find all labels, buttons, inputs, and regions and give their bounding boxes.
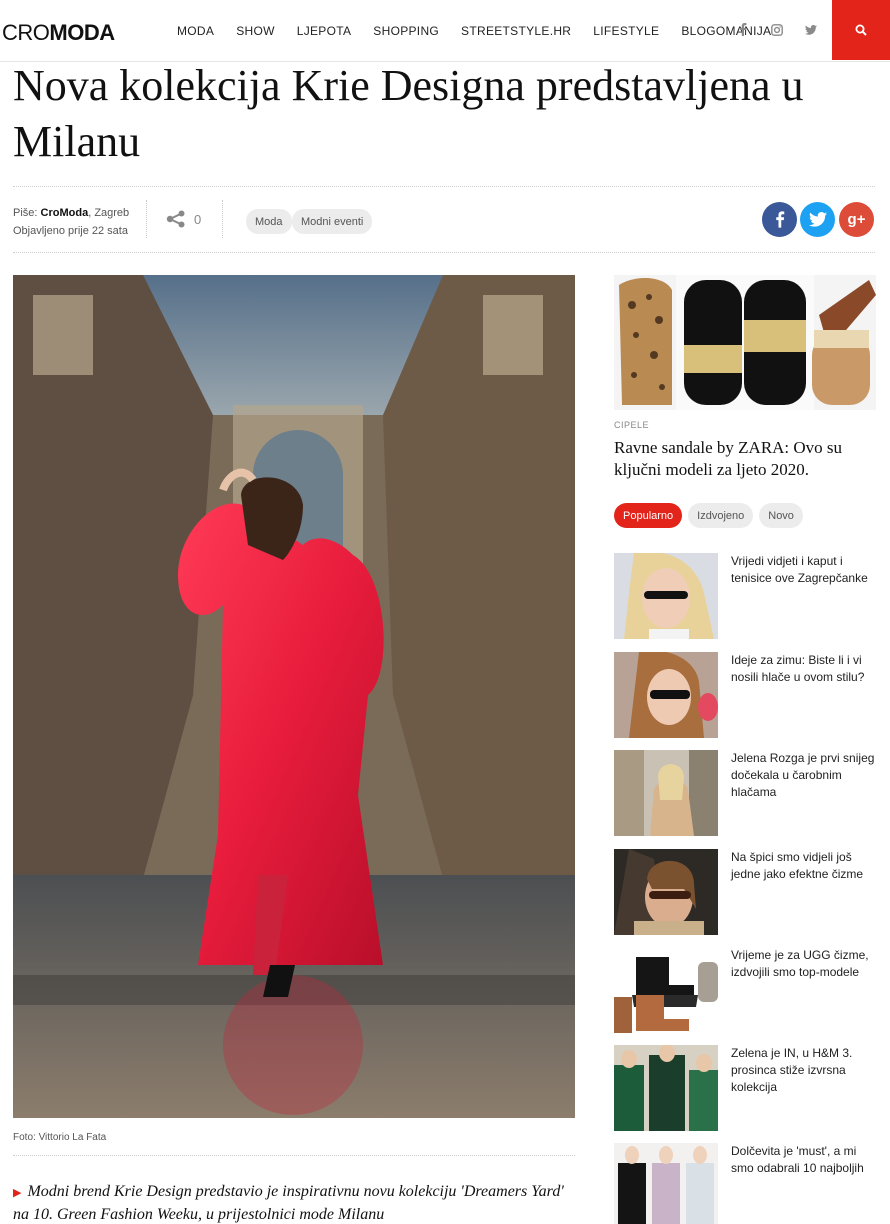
- list-item-title: Na špici smo vidjeli još jedne jako efek…: [731, 850, 864, 881]
- tag-modni-eventi[interactable]: Modni eventi: [292, 209, 373, 234]
- nav-item-show[interactable]: SHOW: [236, 24, 275, 38]
- list-item-thumbnail: [614, 1045, 718, 1131]
- article-hero-image: [13, 275, 575, 1118]
- nav-item-lifestyle[interactable]: LIFESTYLE: [593, 24, 659, 38]
- list-item[interactable]: Zelena je IN, u H&M 3. prosinca stiže iz…: [614, 1045, 876, 1131]
- author-label: Piše:: [13, 207, 38, 219]
- instagram-icon[interactable]: [760, 23, 794, 39]
- divider: [13, 252, 875, 253]
- list-item-thumbnail: [614, 652, 718, 738]
- share-icon: [166, 210, 185, 228]
- tab-popularno[interactable]: Popularno: [614, 503, 683, 528]
- sidebar-tabs: Popularno Izdvojeno Novo: [614, 503, 809, 528]
- list-item[interactable]: Vrijedi vidjeti i kaput i tenisice ove Z…: [614, 553, 876, 639]
- photo-caption: Foto: Vittorio La Fata: [13, 1132, 107, 1143]
- divider: [222, 200, 223, 238]
- facebook-share-button[interactable]: [762, 202, 797, 237]
- tab-novo[interactable]: Novo: [759, 503, 803, 528]
- list-item-title: Jelena Rozga je prvi snijeg dočekala u č…: [731, 751, 875, 799]
- list-item[interactable]: Dolčevita je 'must', a mi smo odabrali 1…: [614, 1143, 876, 1224]
- list-item-title: Zelena je IN, u H&M 3. prosinca stiže iz…: [731, 1046, 853, 1094]
- list-item-thumbnail: [614, 1143, 718, 1224]
- list-item[interactable]: Ideje za zimu: Biste li i vi nosili hlač…: [614, 652, 876, 738]
- main-nav: MODA SHOW LJEPOTA SHOPPING STREETSTYLE.H…: [166, 0, 782, 62]
- googleplus-icon: g+: [847, 211, 866, 228]
- featured-title[interactable]: Ravne sandale by ZARA: Ovo su ključni mo…: [614, 437, 864, 481]
- list-item-thumbnail: [614, 553, 718, 639]
- list-item[interactable]: Vrijeme je za UGG čizme, izdvojili smo t…: [614, 947, 876, 1033]
- divider: [146, 200, 147, 238]
- author-location: , Zagreb: [88, 207, 130, 219]
- nav-item-shopping[interactable]: SHOPPING: [373, 24, 439, 38]
- logo-text-bold: MODA: [49, 20, 115, 45]
- nav-item-streetstyle[interactable]: STREETSTYLE.HR: [461, 24, 571, 38]
- published-time: Objavljeno prije 22 sata: [13, 225, 128, 237]
- article-title: Nova kolekcija Krie Designa predstavljen…: [13, 61, 804, 166]
- nav-item-ljepota[interactable]: LJEPOTA: [297, 24, 352, 38]
- twitter-share-button[interactable]: [800, 202, 835, 237]
- list-item-thumbnail: [614, 849, 718, 935]
- list-item[interactable]: Jelena Rozga je prvi snijeg dočekala u č…: [614, 750, 876, 836]
- nav-item-moda[interactable]: MODA: [177, 24, 214, 38]
- article-lede: ▶ Modni brend Krie Design predstavio je i…: [13, 1181, 578, 1224]
- facebook-icon: [775, 211, 784, 228]
- facebook-icon[interactable]: [726, 23, 760, 39]
- list-item-thumbnail: [614, 947, 718, 1033]
- list-item-title: Vrijedi vidjeti i kaput i tenisice ove Z…: [731, 554, 868, 585]
- search-icon: [855, 24, 867, 36]
- site-logo[interactable]: CROMODA: [2, 20, 115, 46]
- tab-izdvojeno[interactable]: Izdvojeno: [688, 503, 754, 528]
- search-button[interactable]: [832, 0, 890, 60]
- featured-article-image[interactable]: [614, 275, 876, 410]
- top-navigation-bar: CROMODA MODA SHOW LJEPOTA SHOPPING STREE…: [0, 0, 890, 62]
- list-item-title: Vrijeme je za UGG čizme, izdvojili smo t…: [731, 948, 869, 979]
- list-item[interactable]: Na špici smo vidjeli još jedne jako efek…: [614, 849, 876, 935]
- bullet-arrow-icon: ▶: [13, 1187, 22, 1199]
- header-social-links: [726, 0, 828, 62]
- lede-text: Modni brend Krie Design predstavio je in…: [13, 1183, 564, 1223]
- twitter-icon[interactable]: [794, 24, 828, 38]
- featured-category[interactable]: CIPELE: [614, 420, 649, 430]
- divider: [13, 186, 875, 187]
- tag-moda[interactable]: Moda: [246, 209, 292, 234]
- list-item-title: Dolčevita je 'must', a mi smo odabrali 1…: [731, 1144, 864, 1175]
- share-count: 0: [194, 211, 202, 227]
- twitter-icon: [808, 212, 827, 227]
- list-item-title: Ideje za zimu: Biste li i vi nosili hlač…: [731, 653, 865, 684]
- article-meta: Piše: CroModa, Zagreb Objavljeno prije 2…: [13, 204, 129, 240]
- share-counter[interactable]: 0: [166, 210, 201, 228]
- author-link[interactable]: CroModa: [41, 207, 89, 219]
- googleplus-share-button[interactable]: g+: [839, 202, 874, 237]
- logo-text-light: CRO: [2, 20, 50, 45]
- list-item-thumbnail: [614, 750, 718, 836]
- divider: [13, 1155, 575, 1156]
